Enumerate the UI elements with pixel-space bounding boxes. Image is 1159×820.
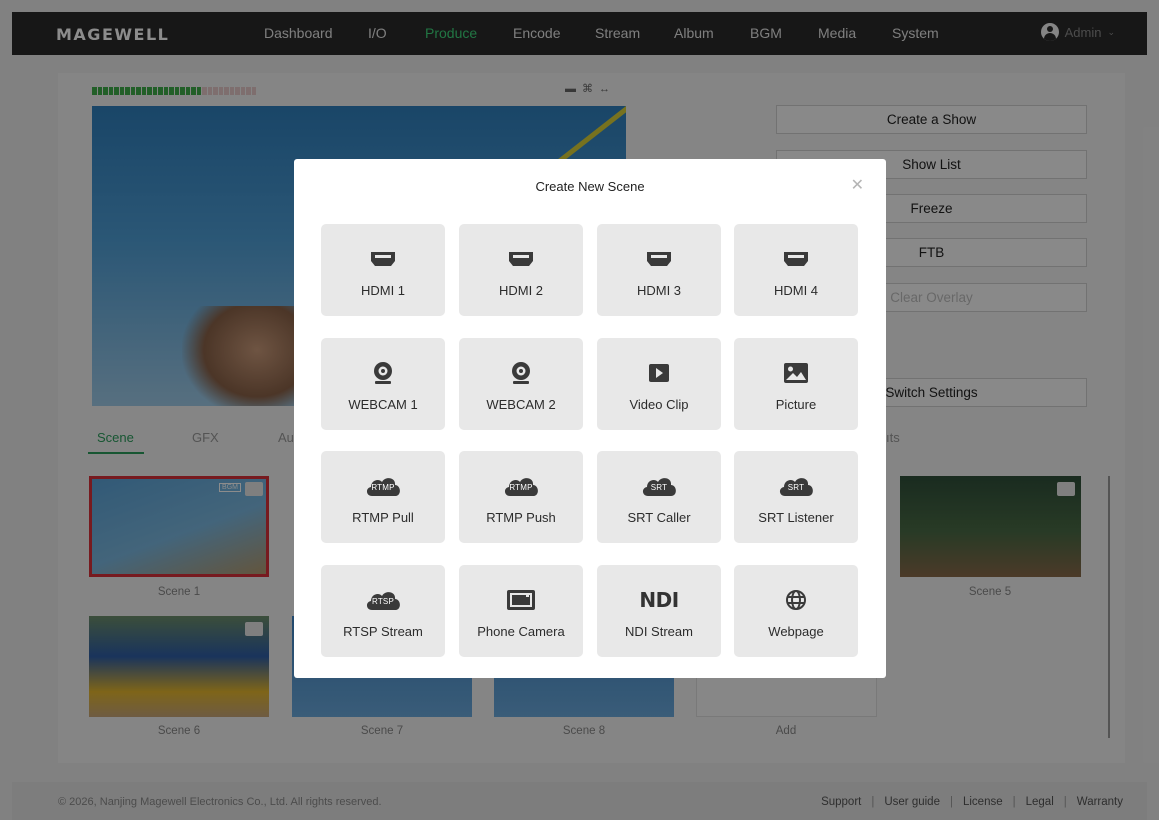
cloud-icon: SRT — [734, 473, 858, 499]
hdmi-icon — [321, 246, 445, 272]
source-picture[interactable]: Picture — [734, 338, 858, 430]
hdmi-icon — [597, 246, 721, 272]
source-rtsp-stream[interactable]: RTSP RTSP Stream — [321, 565, 445, 657]
webcam-icon — [459, 360, 583, 386]
webcam-icon — [321, 360, 445, 386]
close-icon[interactable]: ✕ — [851, 175, 864, 195]
cloud-icon: RTMP — [321, 473, 445, 499]
source-webcam-1[interactable]: WEBCAM 1 — [321, 338, 445, 430]
source-hdmi-4[interactable]: HDMI 4 — [734, 224, 858, 316]
cloud-icon: SRT — [597, 473, 721, 499]
phone-camera-icon — [459, 587, 583, 613]
source-srt-listener[interactable]: SRT SRT Listener — [734, 451, 858, 543]
source-webcam-2[interactable]: WEBCAM 2 — [459, 338, 583, 430]
source-ndi-stream[interactable]: NDI NDI Stream — [597, 565, 721, 657]
source-video-clip[interactable]: Video Clip — [597, 338, 721, 430]
source-rtmp-pull[interactable]: RTMP RTMP Pull — [321, 451, 445, 543]
cloud-icon: RTSP — [321, 587, 445, 613]
dialog-title: Create New Scene — [535, 179, 645, 194]
hdmi-icon — [459, 246, 583, 272]
create-new-scene-dialog: Create New Scene ✕ HDMI 1 HDMI 2 HDMI 3 … — [294, 159, 886, 678]
source-srt-caller[interactable]: SRT SRT Caller — [597, 451, 721, 543]
picture-icon — [734, 360, 858, 386]
play-icon — [597, 360, 721, 386]
globe-icon — [734, 587, 858, 613]
source-phone-camera[interactable]: Phone Camera — [459, 565, 583, 657]
cloud-icon: RTMP — [459, 473, 583, 499]
source-hdmi-3[interactable]: HDMI 3 — [597, 224, 721, 316]
source-rtmp-push[interactable]: RTMP RTMP Push — [459, 451, 583, 543]
source-hdmi-2[interactable]: HDMI 2 — [459, 224, 583, 316]
ndi-icon: NDI — [639, 588, 679, 612]
hdmi-icon — [734, 246, 858, 272]
source-webpage[interactable]: Webpage — [734, 565, 858, 657]
source-hdmi-1[interactable]: HDMI 1 — [321, 224, 445, 316]
